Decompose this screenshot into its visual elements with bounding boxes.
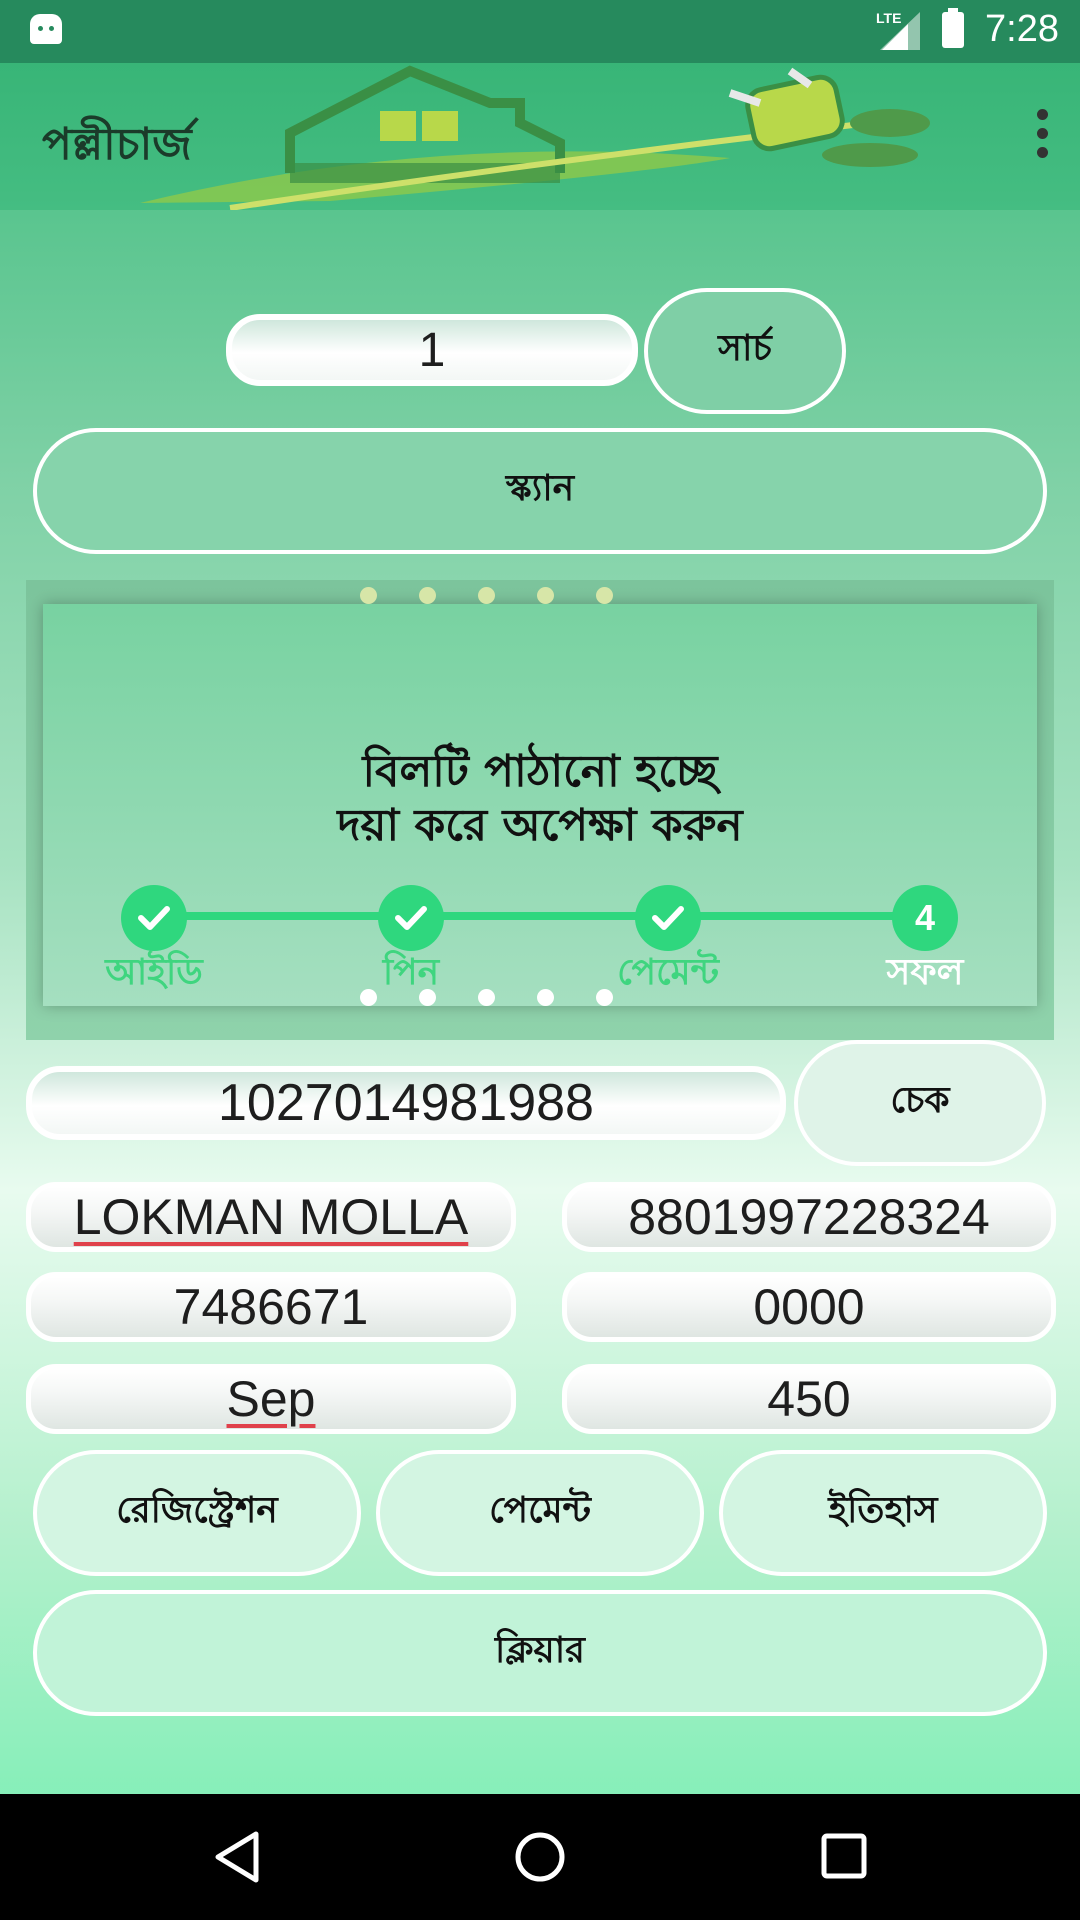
battery-icon (942, 8, 964, 48)
step-4-number: 4 (892, 885, 958, 951)
step-label-id: আইডি (105, 952, 203, 993)
month-field: Sep (26, 1364, 516, 1434)
search-input[interactable]: 1 (226, 314, 638, 386)
progress-message-line2: দয়া করে অপেক্ষা করুন (337, 800, 743, 851)
progress-message-line1: বিলটি পাঠানো হচ্ছে (362, 746, 718, 797)
status-bar: LTE 7:28 (0, 0, 1080, 63)
customer-name-field: LOKMAN MOLLA (26, 1182, 516, 1252)
clock: 7:28 (985, 8, 1059, 50)
step-3-check-icon (635, 885, 701, 951)
progress-track (154, 912, 924, 920)
customer-name: LOKMAN MOLLA (73, 1189, 469, 1245)
amount-field: 450 (562, 1364, 1056, 1434)
phone-field: 8801997228324 (562, 1182, 1056, 1252)
clear-button[interactable]: ক্লিয়ার (33, 1590, 1047, 1716)
app-bar: পল্লীচার্জ (0, 63, 1080, 210)
account-number-input[interactable]: 1027014981988 (26, 1066, 786, 1140)
page-indicator-top (360, 587, 613, 604)
payment-button[interactable]: পেমেন্ট (376, 1450, 704, 1576)
navigation-bar (0, 1794, 1080, 1920)
step-label-success: সফল (886, 952, 964, 993)
app-title: পল্লীচার্জ (42, 119, 192, 170)
home-icon[interactable] (513, 1830, 567, 1884)
back-icon[interactable] (212, 1830, 262, 1884)
search-button[interactable]: সার্চ (644, 288, 846, 414)
recents-icon[interactable] (820, 1832, 868, 1880)
registration-button[interactable]: রেজিস্ট্রেশন (33, 1450, 361, 1576)
history-button[interactable]: ইতিহাস (719, 1450, 1047, 1576)
bill-month: Sep (226, 1371, 316, 1427)
step-1-check-icon (121, 885, 187, 951)
code-field: 0000 (562, 1272, 1056, 1342)
signal-icon (880, 12, 920, 50)
meter-field: 7486671 (26, 1272, 516, 1342)
house-plug-banner-icon (140, 65, 930, 210)
step-2-check-icon (378, 885, 444, 951)
android-notification-icon (30, 14, 62, 44)
scan-button[interactable]: স্ক্যান (33, 428, 1047, 554)
page-indicator-bottom (360, 989, 613, 1006)
more-vert-icon[interactable] (1034, 109, 1050, 159)
check-button[interactable]: চেক (794, 1040, 1046, 1166)
